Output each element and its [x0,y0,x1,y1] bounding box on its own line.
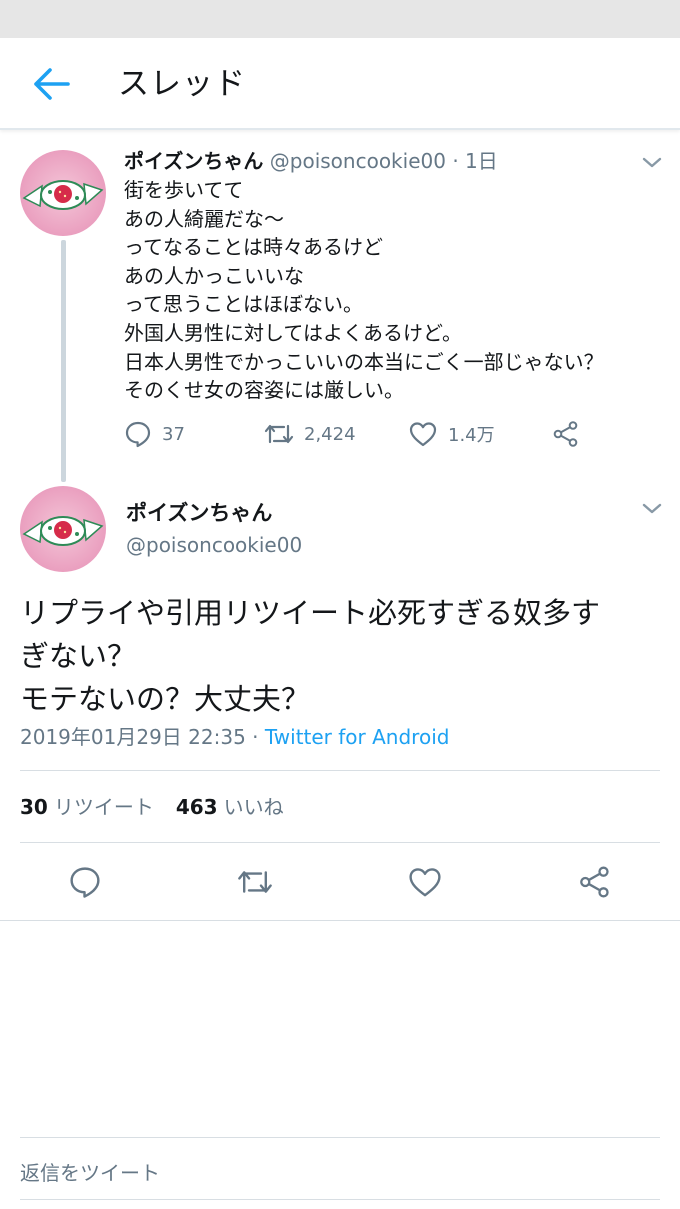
chevron-down-icon[interactable] [640,500,664,518]
thread-connector-line [61,240,66,482]
reply-count: 37 [162,423,185,445]
avatar[interactable] [20,150,106,236]
user-handle[interactable]: @poisoncookie00 [126,530,302,560]
tweet-text: 街を歩いてて あの人綺麗だな〜 ってなることは時々あるけど あの人かっこいいな … [124,176,604,405]
user-handle: @poisoncookie00 [269,149,446,173]
heart-icon [409,422,437,447]
tweet-text-line: そのくせ女の容姿には厳しい。 [124,378,404,403]
tweet-time: · 1日 [452,149,498,173]
share-icon [553,421,578,447]
chevron-down-icon[interactable] [640,154,664,172]
reply-input[interactable]: 返信をツイート [20,1158,160,1188]
reply-button[interactable] [65,862,105,902]
tweet-text-line: あの人かっこいいな [124,263,304,288]
divider [20,842,660,843]
page-title: スレッド [118,66,246,102]
user-name: ポイズンちゃん [124,149,264,173]
like-count: 1.4万 [448,425,495,446]
share-icon [580,866,609,898]
tweet-text: リプライや引用リツイート必死すぎる奴多す ぎない？ モテないの？大丈夫？ [20,592,660,721]
candy-avatar-image [22,180,104,210]
avatar[interactable] [20,486,106,572]
tweet-text-line: リプライや引用リツイート必死すぎる奴多す [20,596,601,630]
back-button[interactable] [26,62,76,106]
divider [20,770,660,771]
retweet-count: 2,424 [304,423,356,445]
reply-icon [125,421,151,448]
tweet-text-line: 街を歩いてて [124,178,244,202]
tweet-text-line: モテないの？大丈夫？ [20,682,311,716]
status-bar [0,0,680,38]
retweets-stat[interactable]: 30 リツイート [20,795,154,819]
heart-icon [409,868,441,897]
tweet-text-line: 日本人男性でかっこいいの本当にごく一部じゃない？ [124,349,604,374]
retweet-total: 30 [20,795,48,819]
retweet-button[interactable]: 2,424 [264,420,356,448]
reply-icon [70,867,100,898]
divider [0,920,680,921]
likes-label: いいね [223,795,284,819]
tweet-meta: 2019年01月29日 22:35 · Twitter for Android [20,722,449,752]
tweet-source-link[interactable]: Twitter for Android [265,725,450,749]
share-button[interactable] [575,862,615,902]
retweet-icon [238,871,272,893]
arrow-left-icon [34,68,70,100]
share-button[interactable] [552,420,580,448]
divider [20,1137,660,1138]
tweet-text-line: ってなることは時々あるけど [124,235,383,260]
candy-avatar-image [22,516,104,546]
tweet-text-line: 外国人男性に対してはよくあるけど。 [124,320,462,345]
tweet-text-line: あの人綺麗だな〜 [124,206,284,231]
likes-stat[interactable]: 463 いいね [176,795,284,819]
app-bar: スレッド [0,38,680,130]
tweet-stats: 30 リツイート 463 いいね [20,792,284,822]
like-total: 463 [175,795,218,819]
like-button[interactable]: 1.4万 [408,420,495,448]
tweet-text-line: って思うことはほぼない。 [124,292,363,317]
retweets-label: リツイート [53,795,154,819]
tweet-header[interactable]: ポイズンちゃん @poisoncookie00 · 1日 [124,146,498,176]
tweet-text-line: ぎない？ [20,639,137,673]
reply-button[interactable]: 37 [124,420,185,448]
user-name[interactable]: ポイズンちゃん [126,498,272,528]
like-button[interactable] [405,862,445,902]
tweet-timestamp: 2019年01月29日 22:35 · [20,725,265,749]
retweet-button[interactable] [235,862,275,902]
divider [20,1199,660,1200]
retweet-icon [264,424,294,444]
